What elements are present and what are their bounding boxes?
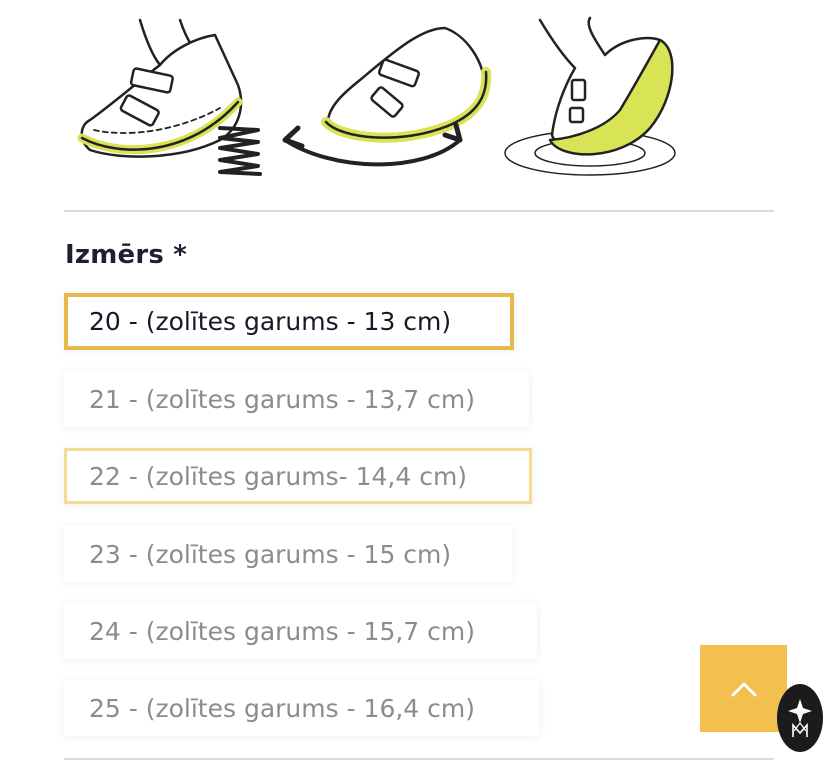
rotating-sole-shoe-icon [504, 16, 676, 176]
top-divider [64, 210, 774, 212]
flexible-sole-shoe-icon [77, 18, 262, 176]
size-option-23[interactable]: 23 - (zolītes garums - 15 cm) [64, 526, 512, 582]
size-option-label: 24 - (zolītes garums - 15,7 cm) [89, 616, 476, 646]
size-option-label: 23 - (zolītes garums - 15 cm) [89, 539, 452, 569]
size-field-label: Izmērs * [65, 240, 188, 270]
size-option-label: 25 - (zolītes garums - 16,4 cm) [89, 693, 476, 723]
size-option-22[interactable]: 22 - (zolītes garums- 14,4 cm) [64, 448, 532, 504]
size-option-label: 20 - (zolītes garums - 13 cm) [89, 307, 452, 336]
size-option-24[interactable]: 24 - (zolītes garums - 15,7 cm) [64, 603, 537, 659]
brand-logo-icon [788, 699, 812, 737]
bottom-divider [64, 758, 774, 760]
chevron-up-icon [731, 682, 756, 696]
scroll-to-top-button[interactable] [700, 645, 787, 732]
bending-shoe-icon [282, 26, 492, 167]
shoe-illustrations [77, 16, 676, 176]
size-option-25[interactable]: 25 - (zolītes garums - 16,4 cm) [64, 680, 539, 736]
brand-badge[interactable] [777, 684, 823, 752]
size-option-label: 22 - (zolītes garums- 14,4 cm) [89, 461, 468, 491]
size-option-21[interactable]: 21 - (zolītes garums - 13,7 cm) [64, 371, 529, 427]
size-option-label: 21 - (zolītes garums - 13,7 cm) [89, 384, 476, 414]
size-option-20[interactable]: 20 - (zolītes garums - 13 cm) [64, 293, 514, 350]
